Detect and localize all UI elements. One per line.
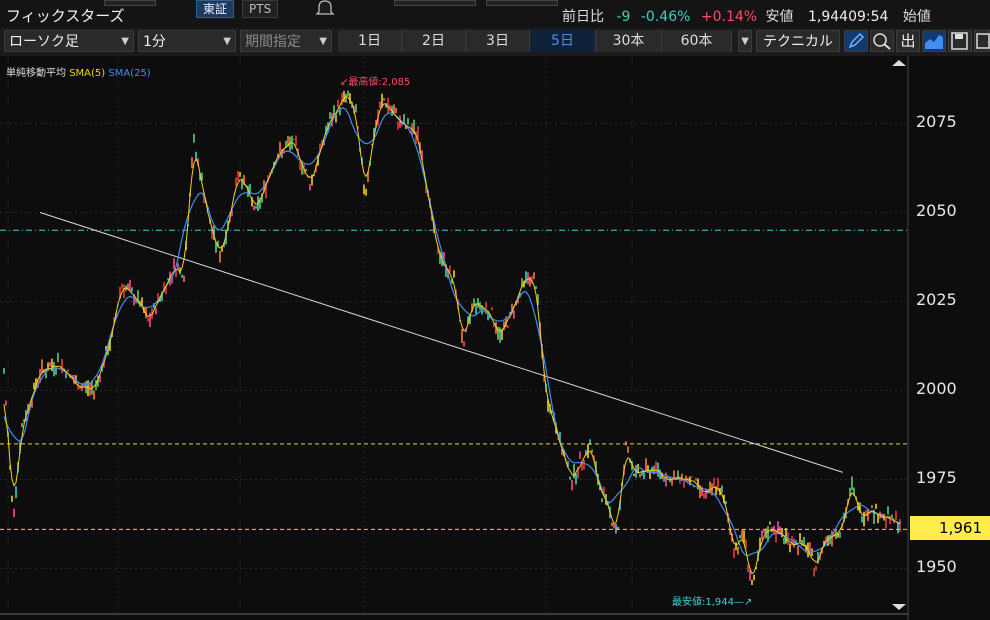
- price-stats: 前日比 -9 -0.46% +0.14% 安値 1,94409:54 始値: [562, 6, 931, 26]
- low-value: 1,944: [807, 9, 849, 25]
- period-select[interactable]: 期間指定 ▼: [240, 30, 332, 52]
- low-label: 安値: [765, 9, 794, 25]
- indicator-legend: 単純移動平均 SMA(5) SMA(25): [6, 64, 151, 79]
- range-2d[interactable]: 2日: [402, 30, 466, 52]
- low-annotation: 最安値:1,944—↗: [672, 593, 752, 608]
- header-tab-stub[interactable]: [486, 0, 558, 6]
- legend-indicator: 単純移動平均: [6, 68, 66, 79]
- header-tab-stub[interactable]: [394, 0, 476, 6]
- price-chart[interactable]: [0, 56, 990, 620]
- interval-value: 1分: [143, 34, 166, 50]
- change-pct: -0.46%: [640, 9, 691, 25]
- dropdown-arrow-icon: ▼: [223, 36, 231, 47]
- period-value: 期間指定: [245, 34, 301, 50]
- range-1d[interactable]: 1日: [338, 30, 402, 52]
- technical-button[interactable]: テクニカル: [756, 30, 840, 52]
- y-tick: 2050: [916, 201, 957, 220]
- draw-pen-icon[interactable]: [844, 30, 868, 52]
- y-tick: 2075: [916, 112, 957, 131]
- area-chart-icon[interactable]: [922, 30, 946, 52]
- range-30bars[interactable]: 30本: [596, 30, 662, 52]
- y-tick: 2025: [916, 290, 957, 309]
- volume-toggle-icon[interactable]: 出: [896, 30, 920, 52]
- range-more-select[interactable]: ▼: [738, 30, 752, 52]
- expand-icon[interactable]: [974, 30, 990, 52]
- range-60bars[interactable]: 60本: [662, 30, 732, 52]
- y-tick: 1975: [916, 468, 957, 487]
- low-label: 最安値:1,944: [672, 597, 734, 608]
- dropdown-arrow-icon: ▼: [741, 36, 749, 47]
- open-label: 始値: [902, 9, 931, 25]
- chart-type-select[interactable]: ローソク足 ▼: [4, 30, 134, 52]
- high-annotation: ↙最高値:2,085: [340, 73, 410, 88]
- change-value: -9: [616, 9, 631, 25]
- interval-select[interactable]: 1分 ▼: [138, 30, 236, 52]
- exchange-tab-pts[interactable]: PTS: [242, 0, 279, 18]
- zoom-icon[interactable]: [870, 30, 894, 52]
- y-tick: 1950: [916, 557, 957, 576]
- chart-type-value: ローソク足: [9, 34, 79, 50]
- range-3d[interactable]: 3日: [466, 30, 530, 52]
- prev-day-label: 前日比: [562, 9, 604, 25]
- save-icon[interactable]: [948, 30, 972, 52]
- low-arrow-icon: —↗: [734, 597, 753, 608]
- current-price-badge: 1,961: [910, 516, 990, 540]
- pts-change: +0.14%: [700, 9, 758, 25]
- legend-sma25: SMA(25): [108, 68, 151, 79]
- y-tick: 2000: [916, 379, 957, 398]
- high-label: 最高値:2,085: [348, 77, 411, 88]
- exchange-tab-tse[interactable]: 東証: [196, 0, 235, 18]
- stock-title: フィックスターズ: [6, 7, 125, 25]
- legend-sma5: SMA(5): [69, 68, 106, 79]
- header-tab-stub[interactable]: [104, 0, 156, 6]
- dropdown-arrow-icon: ▼: [319, 36, 327, 47]
- low-time: 09:54: [848, 9, 889, 25]
- alert-bell-icon[interactable]: [312, 0, 338, 16]
- dropdown-arrow-icon: ▼: [121, 36, 129, 47]
- range-5d[interactable]: 5日: [530, 30, 596, 52]
